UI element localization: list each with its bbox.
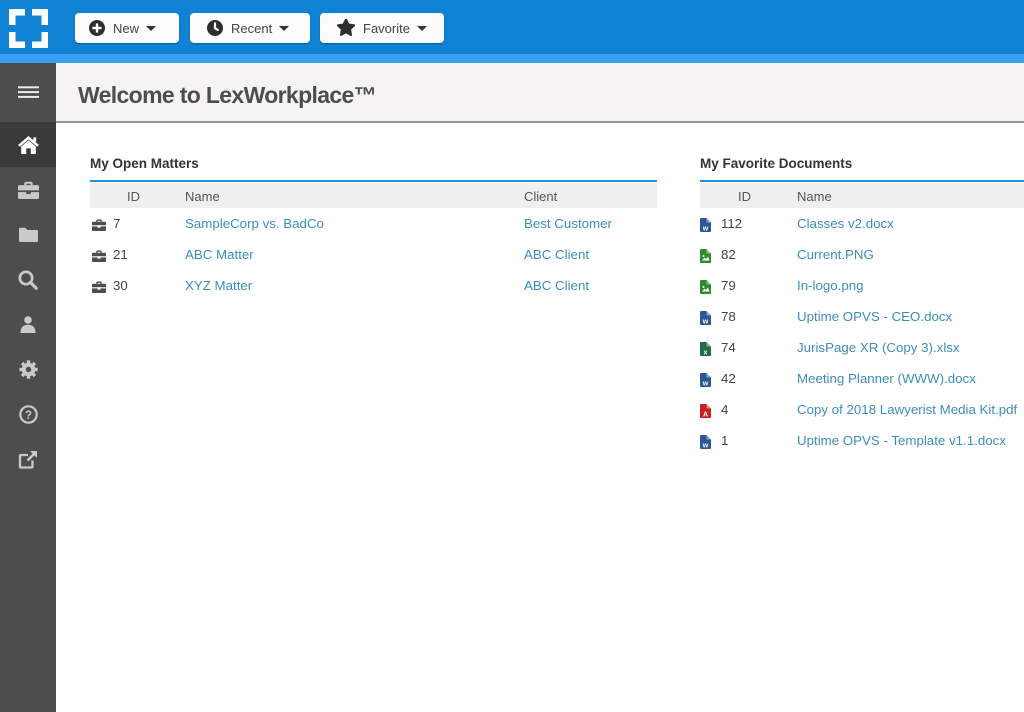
svg-text:x: x	[704, 349, 708, 356]
svg-text:w: w	[702, 225, 709, 232]
svg-text:?: ?	[24, 410, 31, 422]
svg-text:w: w	[702, 318, 709, 325]
svg-text:w: w	[702, 380, 709, 387]
svg-text:w: w	[702, 442, 709, 449]
svg-text:A: A	[703, 411, 708, 418]
